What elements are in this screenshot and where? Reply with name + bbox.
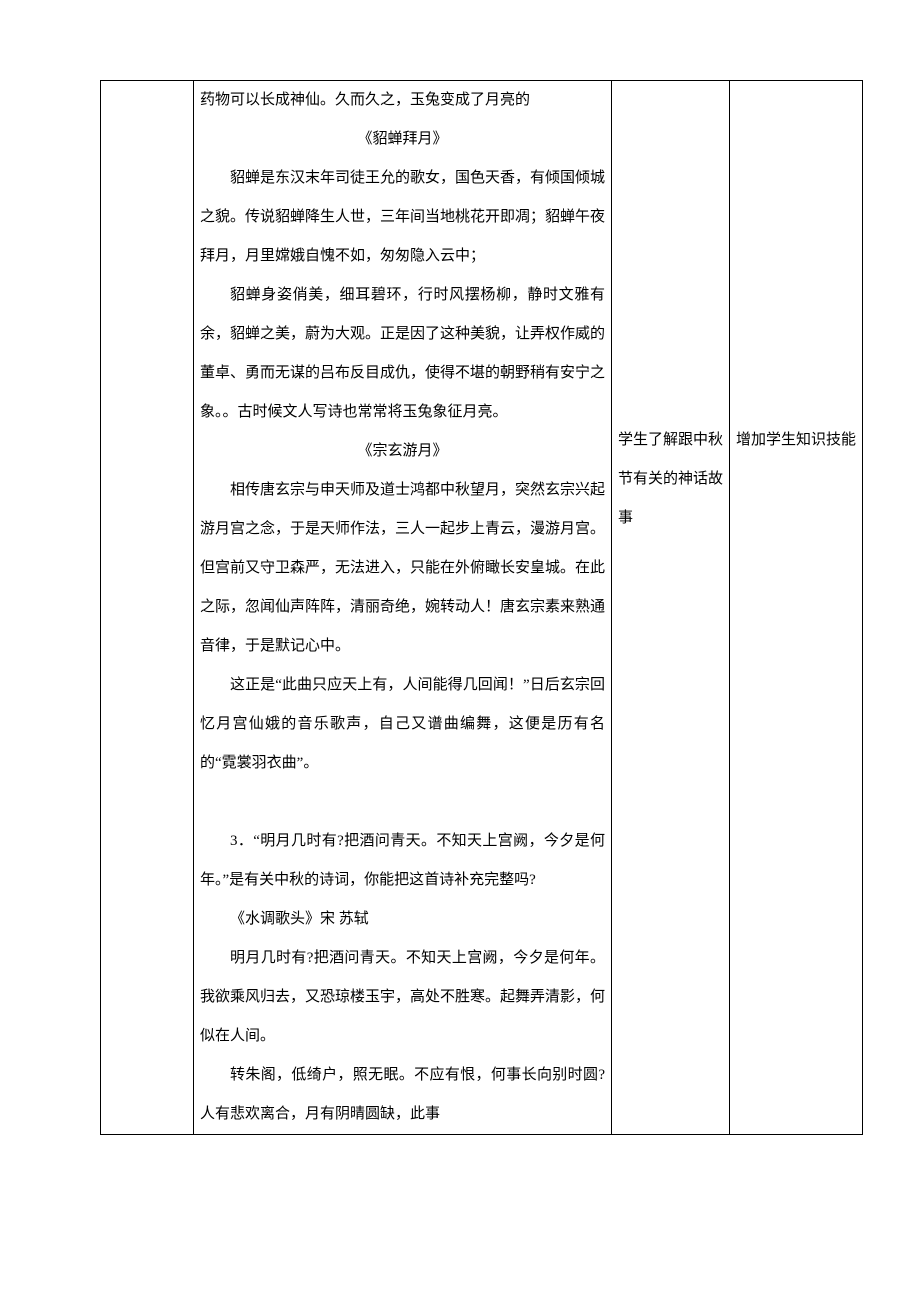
title-diaocan: 《貂蝉拜月》 [200,120,605,159]
title-zongxuan: 《宗玄游月》 [200,432,605,471]
teaching-goal: 增加学生知识技能 [736,421,856,460]
cell-col3: 增加学生知识技能 [730,81,863,1135]
poem-stanza: 明月几时有?把酒问青天。不知天上宫阙，今夕是何年。我欲乘风归去，又恐琼楼玉宇，高… [200,939,605,1056]
para: 这正是“此曲只应天上有，人间能得几回闻！”日后玄宗回忆月宫仙娥的音乐歌声，自己又… [200,666,605,783]
para-question: 3．“明月几时有?把酒问青天。不知天上宫阙，今夕是何年。”是有关中秋的诗词，你能… [200,822,605,900]
poem-stanza: 转朱阁，低绮户，照无眠。不应有恨，何事长向别时圆?人有悲欢离合，月有阴晴圆缺，此… [200,1056,605,1134]
poem-title: 《水调歌头》宋 苏轼 [200,900,605,939]
para: 相传唐玄宗与申天师及道士鸿都中秋望月，突然玄宗兴起游月宫之念，于是天师作法，三人… [200,471,605,666]
student-activity: 学生了解跟中秋节有关的神话故事 [618,421,723,538]
page: 药物可以长成神仙。久而久之，玉兔变成了月亮的 《貂蝉拜月》 貂蝉是东汉末年司徒王… [0,0,920,1302]
document-table: 药物可以长成神仙。久而久之，玉兔变成了月亮的 《貂蝉拜月》 貂蝉是东汉末年司徒王… [100,80,863,1135]
cell-col2: 学生了解跟中秋节有关的神话故事 [612,81,730,1135]
cell-col0 [101,81,194,1135]
cell-col1: 药物可以长成神仙。久而久之，玉兔变成了月亮的 《貂蝉拜月》 貂蝉是东汉末年司徒王… [194,81,612,1135]
para: 貂蝉身姿俏美，细耳碧环，行时风摆杨柳，静时文雅有余，貂蝉之美，蔚为大观。正是因了… [200,276,605,432]
para: 貂蝉是东汉末年司徒王允的歌女，国色天香，有倾国倾城之貌。传说貂蝉降生人世，三年间… [200,159,605,276]
para: 药物可以长成神仙。久而久之，玉兔变成了月亮的 [200,81,605,120]
table-row: 药物可以长成神仙。久而久之，玉兔变成了月亮的 《貂蝉拜月》 貂蝉是东汉末年司徒王… [101,81,863,1135]
para [200,783,605,822]
